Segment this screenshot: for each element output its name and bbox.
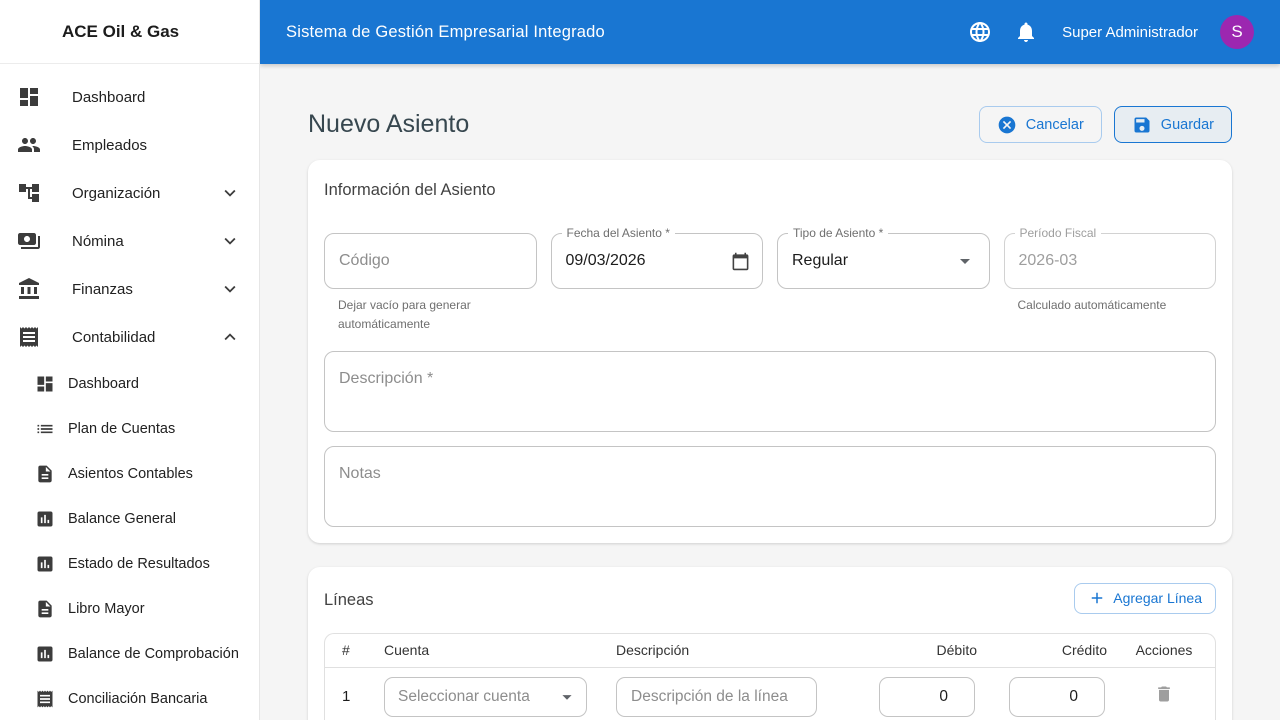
sidebar-item-finanzas[interactable]: Finanzas [0, 265, 259, 313]
dropdown-arrow-icon [556, 686, 578, 708]
tipo-field-group: Tipo de Asiento * Regular [777, 226, 990, 289]
sidebar-subitem-dashboard[interactable]: Dashboard [0, 361, 259, 406]
bank-icon [17, 277, 41, 301]
sidebar-subitem-balance-general[interactable]: Balance General [0, 496, 259, 541]
chevron-down-icon [219, 182, 241, 204]
cuenta-select[interactable]: Seleccionar cuenta [384, 676, 587, 717]
sidebar-item-organizacion[interactable]: Organización [0, 169, 259, 217]
avatar[interactable]: S [1220, 15, 1254, 49]
org-tree-icon [17, 181, 41, 205]
add-line-button-label: Agregar Línea [1113, 590, 1202, 607]
lines-card-title: Líneas [324, 591, 374, 610]
periodo-field-label: Período Fiscal [1014, 226, 1102, 240]
codigo-field [324, 233, 537, 289]
document-icon [35, 599, 55, 619]
cuenta-select-placeholder: Seleccionar cuenta [398, 687, 530, 705]
lines-card: Líneas Agregar Línea # Cuenta Descripció… [308, 566, 1232, 720]
bar-chart-icon [35, 554, 55, 574]
info-card: Información del Asiento Dejar vacío para… [308, 160, 1232, 543]
delete-line-icon[interactable] [1154, 684, 1174, 704]
sidebar-item-nomina[interactable]: Nómina [0, 217, 259, 265]
sidebar: ACE Oil & Gas Dashboard Empleados Organi… [0, 0, 260, 720]
fecha-field[interactable]: Fecha del Asiento * 09/03/2026 [550, 226, 763, 289]
col-header-debito: Débito [936, 642, 977, 659]
codigo-helper-text: Dejar vacío para generar automáticamente [338, 298, 471, 331]
bar-chart-icon [35, 644, 55, 664]
payments-icon [17, 229, 41, 253]
page-actions: Cancelar Guardar [978, 106, 1232, 143]
periodo-helper-text: Calculado automáticamente [1017, 298, 1167, 312]
periodo-field: Período Fiscal 2026-03 [1003, 226, 1216, 289]
debito-input[interactable] [879, 676, 975, 717]
calendar-icon[interactable] [731, 252, 750, 271]
tipo-field-label: Tipo de Asiento * [788, 226, 889, 240]
sidebar-nav: Dashboard Empleados Organización Nómina [0, 64, 259, 720]
cancel-circle-icon [997, 115, 1017, 135]
app-header: Sistema de Gestión Empresarial Integrado… [260, 0, 1280, 64]
fecha-field-label: Fecha del Asiento * [561, 226, 675, 240]
list-icon [35, 419, 55, 439]
lines-table-header: # Cuenta Descripción Débito Crédito Acci… [325, 634, 1215, 668]
bell-icon[interactable] [1014, 20, 1038, 44]
dashboard-icon [17, 85, 41, 109]
tipo-select[interactable]: Tipo de Asiento * Regular [777, 226, 990, 289]
sidebar-subitem-libro-mayor[interactable]: Libro Mayor [0, 586, 259, 631]
dropdown-arrow-icon [953, 249, 977, 273]
header-actions: Super Administrador S [968, 15, 1254, 49]
user-name[interactable]: Super Administrador [1062, 24, 1198, 41]
sidebar-subitem-conciliacion-bancaria[interactable]: Conciliación Bancaria [0, 676, 259, 720]
people-icon [17, 133, 41, 157]
col-header-acciones: Acciones [1135, 642, 1193, 659]
sidebar-subitem-asientos-contables[interactable]: Asientos Contables [0, 451, 259, 496]
line-descripcion-input[interactable] [616, 676, 817, 717]
sidebar-item-dashboard[interactable]: Dashboard [0, 73, 259, 121]
bar-chart-icon [35, 509, 55, 529]
chevron-down-icon [219, 230, 241, 252]
periodo-field-group: Período Fiscal 2026-03 Calculado automát… [1003, 226, 1216, 315]
sidebar-subitem-estado-de-resultados[interactable]: Estado de Resultados [0, 541, 259, 586]
notas-textarea[interactable] [324, 445, 1216, 527]
codigo-input[interactable] [339, 252, 524, 270]
col-header-cuenta: Cuenta [384, 642, 430, 659]
app-title: Sistema de Gestión Empresarial Integrado [286, 22, 605, 41]
lines-table: # Cuenta Descripción Débito Crédito Acci… [324, 632, 1216, 720]
page-title: Nuevo Asiento [308, 110, 470, 138]
dashboard-icon [35, 374, 55, 394]
codigo-field-group: Dejar vacío para generar automáticamente [324, 233, 537, 334]
save-button[interactable]: Guardar [1113, 106, 1232, 143]
col-header-num: # [342, 642, 350, 659]
receipt-icon [17, 325, 41, 349]
credito-input[interactable] [1009, 676, 1105, 717]
fecha-value: 09/03/2026 [565, 252, 646, 269]
page-title-row: Nuevo Asiento Cancelar Guardar [308, 106, 1232, 143]
col-header-credito: Crédito [1061, 642, 1107, 659]
info-fields-row: Dejar vacío para generar automáticamente… [324, 226, 1216, 334]
fecha-field-group: Fecha del Asiento * 09/03/2026 [550, 226, 763, 289]
sidebar-subitem-balance-de-comprobacion[interactable]: Balance de Comprobación [0, 631, 259, 676]
periodo-value: 2026-03 [1018, 252, 1078, 269]
table-row: 1 Seleccionar cuenta [325, 668, 1215, 720]
tipo-value: Regular [792, 252, 849, 269]
sidebar-item-contabilidad[interactable]: Contabilidad [0, 313, 259, 361]
receipt-icon [35, 689, 55, 709]
globe-icon[interactable] [968, 20, 992, 44]
col-header-descripcion: Descripción [616, 642, 690, 659]
document-icon [35, 464, 55, 484]
row-number: 1 [342, 688, 351, 706]
cancel-button[interactable]: Cancelar [978, 106, 1102, 143]
chevron-down-icon [219, 278, 241, 300]
lines-header: Líneas Agregar Línea [324, 582, 1216, 614]
cancel-button-label: Cancelar [1025, 116, 1084, 133]
brand-logo: ACE Oil & Gas [0, 0, 259, 64]
chevron-up-icon [219, 326, 241, 348]
save-icon [1132, 115, 1152, 135]
sidebar-item-empleados[interactable]: Empleados [0, 121, 259, 169]
save-button-label: Guardar [1160, 116, 1214, 133]
add-line-button[interactable]: Agregar Línea [1074, 582, 1216, 614]
sidebar-subitem-plan-de-cuentas[interactable]: Plan de Cuentas [0, 406, 259, 451]
plus-icon [1088, 589, 1106, 607]
info-card-title: Información del Asiento [324, 181, 496, 199]
descripcion-textarea[interactable] [324, 350, 1216, 432]
main-content: Nuevo Asiento Cancelar Guardar Informaci… [260, 64, 1280, 720]
